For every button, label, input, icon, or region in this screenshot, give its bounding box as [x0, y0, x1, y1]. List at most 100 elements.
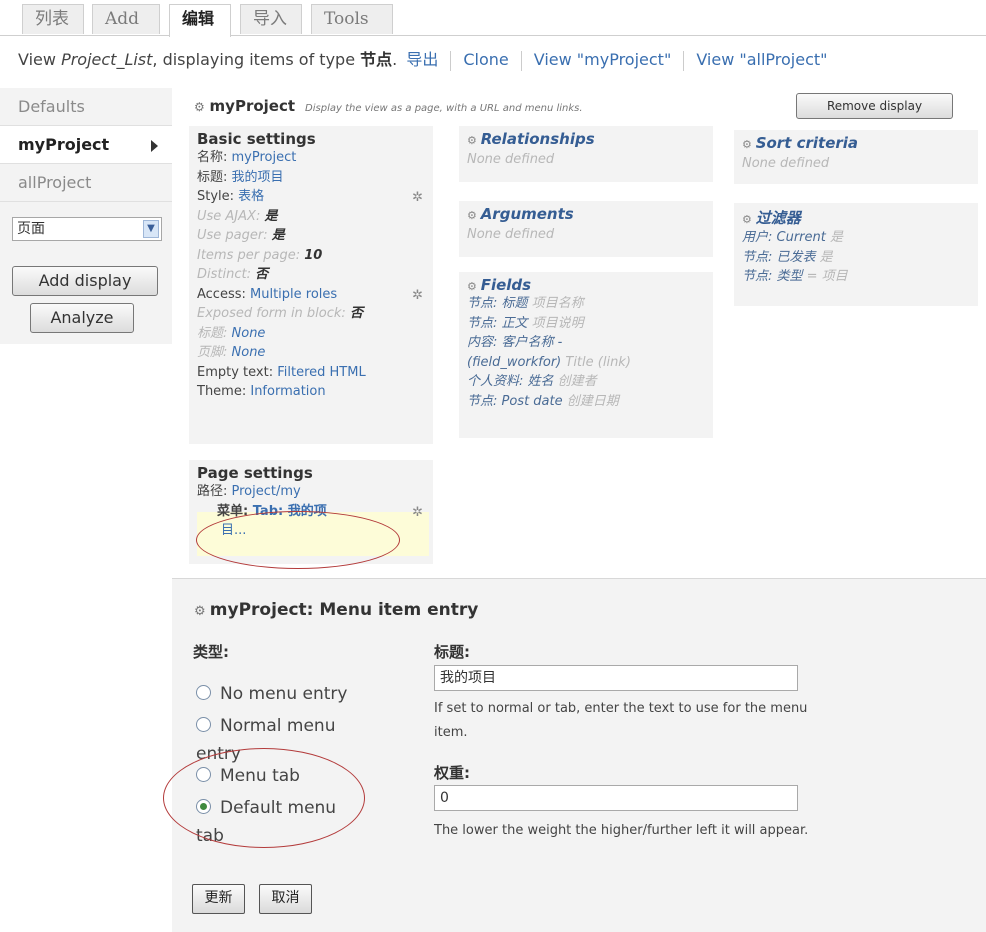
setting-value[interactable]: 否	[350, 306, 363, 321]
sort-criteria-panel: ⚙ Sort criteria None defined	[734, 130, 978, 184]
sidebar-item-allproject[interactable]: allProject	[0, 164, 172, 202]
filter-row[interactable]: 节点: 已发表 是	[734, 248, 978, 268]
filter-row[interactable]: 用户: Current 是	[734, 228, 978, 248]
field-row[interactable]: 节点: 标题 项目名称	[459, 294, 713, 314]
filter-row[interactable]: 节点: 类型 = 项目	[734, 267, 978, 287]
menu-item-title: ⚙ myProject: Menu item entry	[194, 600, 478, 620]
tab-import[interactable]: 导入	[240, 4, 302, 34]
update-button[interactable]: 更新	[192, 884, 245, 914]
weight-input[interactable]: 0	[434, 785, 798, 811]
highlight-oval	[196, 511, 400, 569]
field-row[interactable]: 内容: 客户名称 -	[459, 333, 713, 353]
setting-label: Theme:	[197, 384, 251, 399]
setting-row[interactable]: Style: 表格 ✲	[189, 187, 433, 207]
gear-icon[interactable]: ✲	[412, 503, 423, 523]
filter-value: 是	[825, 230, 843, 245]
header-separator	[520, 50, 522, 71]
field-label: 内容: 客户名称 -	[467, 335, 563, 350]
view-myproject-link[interactable]: View "myProject"	[534, 50, 672, 69]
add-display-button[interactable]: Add display	[12, 266, 158, 296]
gear-icon: ⚙	[194, 604, 210, 619]
filters-panel: ⚙ 过滤器 用户: Current 是 节点: 已发表 是 节点: 类型 = 项…	[734, 203, 978, 306]
arguments-title: ⚙ Arguments	[459, 201, 713, 223]
menu-title-label: 标题:	[434, 643, 470, 661]
setting-value[interactable]: None	[232, 326, 266, 341]
sort-criteria-label: Sort criteria	[755, 134, 859, 152]
gear-icon[interactable]: ✲	[412, 188, 423, 208]
setting-value[interactable]: 表格	[238, 189, 264, 204]
field-label: (field_workfor)	[467, 354, 562, 370]
tab-tools[interactable]: Tools	[311, 4, 393, 34]
weight-label: 权重:	[434, 764, 470, 782]
setting-row[interactable]: Empty text: Filtered HTML	[189, 363, 433, 383]
view-type: 节点	[360, 50, 393, 69]
analyze-button[interactable]: Analyze	[30, 303, 134, 333]
setting-value[interactable]: Project/my	[232, 484, 301, 499]
field-row[interactable]: (field_workfor) Title (link)	[459, 353, 713, 373]
header-dot: .	[392, 50, 398, 69]
setting-label: 路径:	[197, 484, 232, 499]
radio-circle[interactable]	[196, 684, 211, 700]
setting-row[interactable]: Use AJAX: 是	[189, 207, 433, 227]
setting-row[interactable]: 标题: 我的项目	[189, 168, 433, 188]
setting-value[interactable]: myProject	[232, 150, 297, 165]
view-allproject-link[interactable]: View "allProject"	[696, 50, 827, 69]
menu-type-label: 类型:	[193, 643, 229, 661]
relationships-panel: ⚙ Relationships None defined	[459, 126, 713, 182]
setting-value[interactable]: 我的项目	[232, 170, 284, 185]
radio-label: No menu entry	[220, 684, 348, 704]
setting-value[interactable]: 否	[255, 267, 268, 282]
clone-link[interactable]: Clone	[463, 50, 508, 69]
gear-icon: ⚙	[467, 209, 481, 222]
sidebar-item-label: myProject	[18, 135, 110, 154]
setting-row[interactable]: Theme: Information	[189, 382, 433, 402]
export-link[interactable]: 导出	[406, 50, 438, 69]
cancel-button[interactable]: 取消	[259, 884, 312, 914]
gear-icon: ⚙	[742, 138, 756, 151]
gear-icon: ⚙	[742, 213, 756, 226]
menu-title-input[interactable]: 我的项目	[434, 665, 798, 691]
field-alias: Title (link)	[561, 354, 631, 370]
setting-row[interactable]: Items per page: 10	[189, 246, 433, 266]
setting-row[interactable]: 路径: Project/my	[189, 482, 433, 502]
setting-value[interactable]: 10	[304, 248, 322, 263]
header-separator	[683, 50, 685, 71]
radio-no-menu-entry[interactable]: No menu entry	[196, 684, 347, 704]
setting-row[interactable]: Exposed form in block: 否	[189, 304, 433, 324]
setting-row[interactable]: 名称: myProject	[189, 148, 433, 168]
highlight-oval	[163, 748, 365, 848]
field-row[interactable]: 节点: 正文 项目说明	[459, 314, 713, 334]
setting-value[interactable]: None	[232, 345, 266, 360]
setting-value[interactable]: Information	[250, 384, 325, 399]
menu-item-title-text: myProject: Menu item entry	[209, 600, 479, 620]
sidebar-item-myproject[interactable]: myProject	[0, 126, 172, 164]
tab-list[interactable]: 列表	[22, 4, 84, 34]
setting-value[interactable]: Multiple roles	[250, 287, 337, 302]
relationships-label: Relationships	[480, 130, 595, 148]
display-type-select[interactable]: 页面 ▼	[12, 217, 162, 241]
field-row[interactable]: 个人资料: 姓名 创建者	[459, 372, 713, 392]
setting-row[interactable]: Use pager: 是	[189, 226, 433, 246]
setting-value[interactable]: 是	[272, 228, 285, 243]
tab-add[interactable]: Add	[92, 4, 160, 34]
sidebar-item-label: Defaults	[18, 97, 85, 116]
remove-display-button[interactable]: Remove display	[796, 93, 953, 119]
field-label: 节点: 正文	[467, 315, 528, 331]
caret-right-icon	[151, 140, 158, 152]
field-row[interactable]: 节点: Post date 创建日期	[459, 392, 713, 412]
sort-criteria-title: ⚙ Sort criteria	[734, 130, 978, 152]
setting-row[interactable]: Distinct: 否	[189, 265, 433, 285]
setting-value[interactable]: Filtered HTML	[277, 365, 365, 380]
filter-label: 用户: Current	[742, 230, 826, 245]
weight-help: The lower the weight the higher/further …	[434, 823, 809, 838]
filters-label: 过滤器	[755, 209, 801, 227]
gear-icon[interactable]: ✲	[412, 286, 423, 306]
setting-row[interactable]: 页脚: None	[189, 343, 433, 363]
chevron-down-icon[interactable]: ▼	[143, 220, 159, 238]
radio-circle[interactable]	[196, 716, 211, 732]
setting-row[interactable]: Access: Multiple roles ✲	[189, 285, 433, 305]
setting-row[interactable]: 标题: None	[189, 324, 433, 344]
tab-edit[interactable]: 编辑	[169, 4, 231, 37]
sidebar-item-defaults[interactable]: Defaults	[0, 88, 172, 126]
setting-value[interactable]: 是	[264, 209, 277, 224]
